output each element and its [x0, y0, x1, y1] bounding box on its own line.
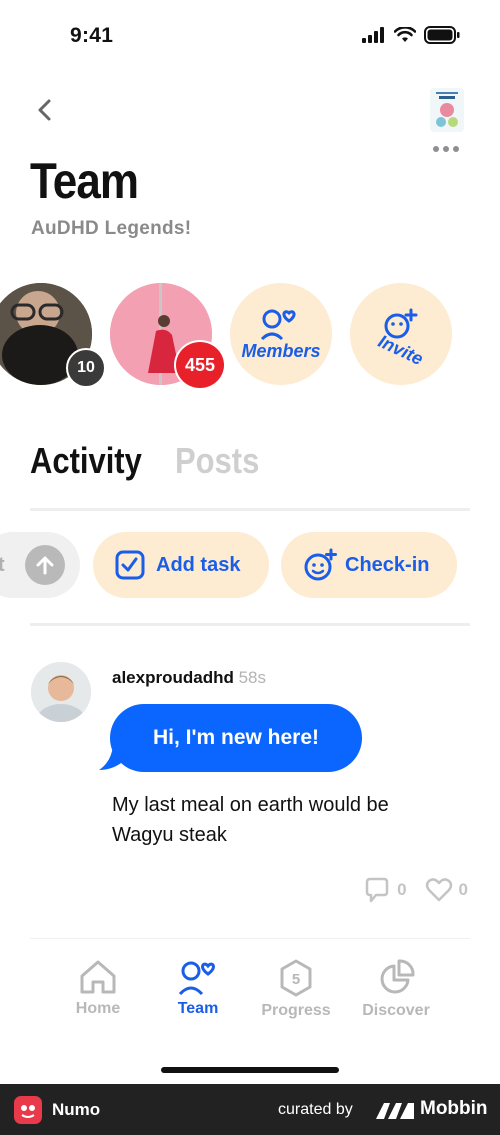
house-icon: [80, 960, 116, 994]
streak-count-2: 455: [184, 354, 216, 375]
members-button[interactable]: Members: [230, 283, 332, 385]
nav-home-label: Home: [75, 1000, 121, 1017]
members-icon: [260, 309, 296, 340]
footer-brand: Mobbin: [420, 1098, 488, 1119]
footer-bar: Numo curated by Mobbin: [0, 1084, 500, 1135]
arrow-up-icon: [25, 545, 65, 585]
heart-icon[interactable]: [425, 877, 453, 903]
post-time: 58s: [238, 668, 267, 687]
footer-app-name: Numo: [52, 1100, 101, 1119]
cellular-signal-icon: [362, 27, 384, 43]
nav-team-label: Team: [177, 1000, 219, 1017]
team-image[interactable]: [430, 88, 464, 132]
invite-button[interactable]: Invite: [350, 283, 452, 385]
nav-progress[interactable]: 5 Progress: [246, 958, 346, 1020]
team-subtitle: AuDHD Legends!: [31, 218, 192, 239]
check-in-button[interactable]: Check-in: [281, 532, 457, 598]
back-chevron-icon[interactable]: [32, 96, 60, 124]
nav-divider: [30, 938, 470, 939]
nav-discover-label: Discover: [362, 1002, 430, 1019]
like-count: 0: [458, 880, 468, 899]
checkbox-icon: [115, 550, 145, 580]
streak-badge-1: 10: [66, 348, 106, 388]
home-indicator: [161, 1067, 339, 1073]
divider: [30, 508, 470, 511]
post-avatar-photo: [31, 662, 91, 722]
post-header: alexproudadhd 58s: [112, 668, 266, 688]
mobbin-logo-icon: [376, 1103, 414, 1119]
status-time: 9:41: [70, 24, 114, 47]
app-logo-icon: [14, 1096, 42, 1124]
post-username[interactable]: alexproudadhd: [112, 668, 234, 687]
wifi-icon: [394, 27, 416, 42]
tab-activity[interactable]: Activity: [30, 440, 142, 482]
add-task-label: Add task: [156, 553, 241, 576]
streak-count-1: 10: [77, 359, 95, 376]
nav-progress-label: Progress: [261, 1002, 331, 1019]
members-label: Members: [241, 340, 321, 361]
team-image-art: [430, 88, 464, 132]
nav-discover[interactable]: Discover: [346, 958, 446, 1020]
post-bubble-text: Hi, I'm new here!: [152, 726, 320, 749]
battery-icon: [424, 26, 460, 44]
comment-count: 0: [397, 880, 407, 899]
post-message: My last meal on earth would be Wagyu ste…: [112, 794, 389, 846]
post-button[interactable]: t: [0, 532, 80, 598]
team-icon: [178, 961, 215, 996]
nav-home[interactable]: Home: [48, 958, 148, 1018]
nav-team[interactable]: Team: [148, 958, 248, 1018]
tab-posts[interactable]: Posts: [175, 440, 259, 482]
post-reactions: 0 0: [363, 876, 468, 904]
post-bubble: Hi, I'm new here!: [110, 704, 362, 772]
status-icons: [362, 26, 460, 44]
post-avatar[interactable]: [31, 662, 91, 722]
progress-icon: 5: [280, 959, 312, 997]
add-task-button[interactable]: Add task: [93, 532, 269, 598]
divider: [30, 623, 470, 626]
progress-badge-number: 5: [292, 971, 300, 988]
comment-icon[interactable]: [363, 876, 391, 904]
discover-icon: [380, 959, 415, 994]
more-options-icon[interactable]: [433, 146, 459, 152]
streak-badge-2: 455: [174, 340, 226, 390]
post-label: t: [0, 553, 5, 576]
smiley-plus-icon: [304, 548, 337, 581]
check-in-label: Check-in: [345, 553, 430, 576]
page-title: Team: [30, 153, 139, 209]
footer-curated-by: curated by: [278, 1101, 353, 1118]
